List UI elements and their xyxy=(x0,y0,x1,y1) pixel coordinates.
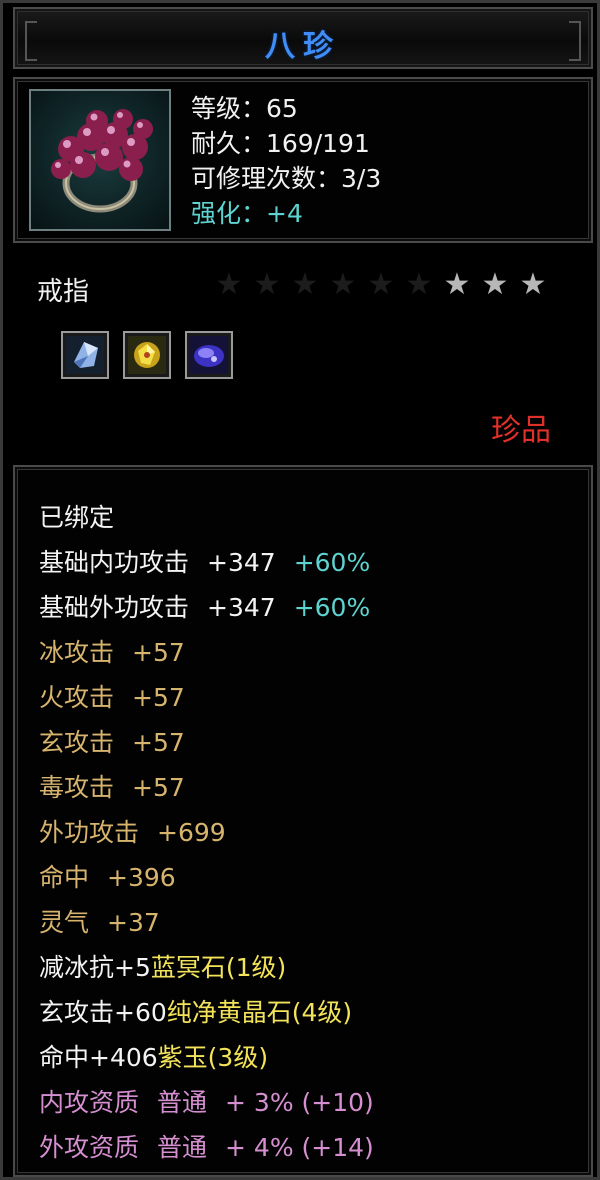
attr-gem-2: 玄攻击+60纯净黄晶石(4级) xyxy=(39,998,353,1027)
attr-quality-outer: 外攻资质 普通 + 4% (+14) xyxy=(39,1133,374,1162)
attr-ice-attack: 冰攻击 +57 xyxy=(39,638,185,667)
star-icon: ★ xyxy=(329,267,357,302)
attr-poison-attack: 毒攻击 +57 xyxy=(39,773,185,802)
star-icon: ★ xyxy=(519,267,547,302)
star-icon: ★ xyxy=(367,267,395,302)
star-icon: ★ xyxy=(215,267,243,302)
attr-base-inner-attack: 基础内功攻击 +347 +60% xyxy=(39,548,371,577)
blue-crystal-gem-icon xyxy=(66,336,104,374)
repair-count-text: 可修理次数：3/3 xyxy=(191,164,382,193)
attr-base-outer-attack: 基础外功攻击 +347 +60% xyxy=(39,593,371,622)
attr-fire-attack: 火攻击 +57 xyxy=(39,683,185,712)
gem-slot-1[interactable] xyxy=(61,331,109,379)
attr-hit: 命中 +396 xyxy=(39,863,176,892)
rarity-label: 珍品 xyxy=(491,413,551,448)
ring-icon xyxy=(29,89,171,231)
star-icon: ★ xyxy=(405,267,433,302)
yellow-crystal-gem-icon xyxy=(128,336,166,374)
star-icon: ★ xyxy=(443,267,471,302)
attr-spirit: 灵气 +37 xyxy=(39,908,160,937)
attr-gem-1: 减冰抗+5蓝冥石(1级) xyxy=(39,953,287,982)
purple-jade-gem-icon xyxy=(190,336,228,374)
item-tooltip: 八珍 等级：65 耐久：169/191 可修理次数：3/3 强化：+4 戒指 ★… xyxy=(0,0,600,1180)
star-icon: ★ xyxy=(291,267,319,302)
attr-mystic-attack: 玄攻击 +57 xyxy=(39,728,185,757)
star-rating: ★ ★ ★ ★ ★ ★ ★ ★ ★ xyxy=(213,269,549,301)
title-bar: 八珍 xyxy=(13,7,593,69)
attr-gem-3: 命中+406紫玉(3级) xyxy=(39,1043,269,1072)
star-icon: ★ xyxy=(481,267,509,302)
star-icon: ★ xyxy=(253,267,281,302)
level-text: 等级：65 xyxy=(191,94,298,123)
gem-slots xyxy=(61,331,233,379)
gem-slot-2[interactable] xyxy=(123,331,171,379)
attributes-panel: 已绑定 基础内功攻击 +347 +60% 基础外功攻击 +347 +60% 冰攻击 +57… xyxy=(13,465,593,1177)
item-stats: 等级：65 耐久：169/191 可修理次数：3/3 强化：+4 xyxy=(191,91,381,231)
durability-text: 耐久：169/191 xyxy=(191,129,370,158)
bound-status: 已绑定 xyxy=(39,503,115,532)
enhance-text: 强化：+4 xyxy=(191,199,303,228)
attr-outer-attack: 外功攻击 +699 xyxy=(39,818,226,847)
attr-quality-inner: 内攻资质 普通 + 3% (+10) xyxy=(39,1088,374,1117)
item-type: 戒指 xyxy=(37,277,90,307)
item-name: 八珍 xyxy=(265,29,341,64)
gem-slot-3[interactable] xyxy=(185,331,233,379)
info-panel: 等级：65 耐久：169/191 可修理次数：3/3 强化：+4 xyxy=(13,77,593,243)
